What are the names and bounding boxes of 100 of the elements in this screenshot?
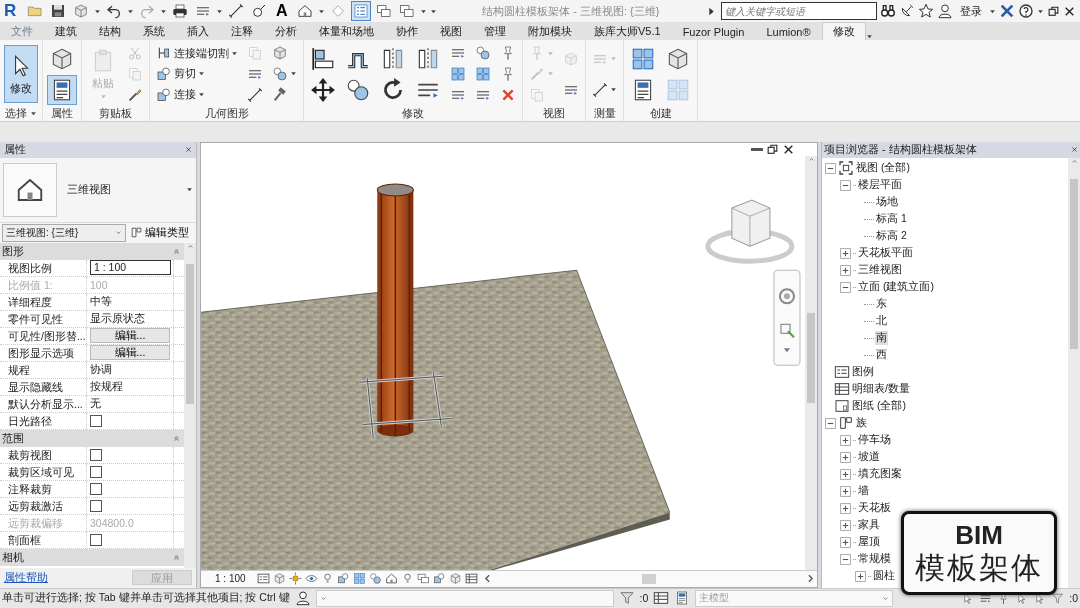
ribbon-tab[interactable]: 修改 <box>821 22 866 40</box>
scroll-thumb[interactable] <box>186 263 194 404</box>
tool-button[interactable]: 剪切 <box>154 64 207 84</box>
type-name[interactable]: 三维视图 <box>67 182 176 197</box>
ribbon-tab[interactable]: 附加模块 <box>517 22 583 40</box>
tree-item[interactable]: 坡道 <box>857 450 881 464</box>
ribbon-tab[interactable]: 插入 <box>176 22 220 40</box>
checkbox[interactable] <box>90 482 102 495</box>
ribbon-tab[interactable]: 体量和场地 <box>308 22 385 40</box>
ribbon-tab[interactable]: Fuzor Plugin <box>671 22 756 40</box>
copy-icon <box>529 86 545 103</box>
tree-item[interactable]: 家具 <box>857 518 881 532</box>
checkbox[interactable] <box>90 499 102 512</box>
ribbon-tab[interactable]: 系统 <box>132 22 176 40</box>
restore-icon <box>766 142 779 156</box>
house-icon <box>296 3 313 19</box>
tree-item[interactable]: 北 <box>875 314 888 328</box>
scroll-thumb[interactable] <box>807 312 815 403</box>
windows-icon <box>375 3 392 19</box>
tool-button[interactable]: 连接 <box>154 84 207 105</box>
scrollbar[interactable] <box>805 155 817 571</box>
tree-item[interactable]: 楼层平面 <box>857 178 903 192</box>
edit-button[interactable]: 编辑... <box>90 328 170 343</box>
chevronup-icon <box>807 155 815 163</box>
scissors-icon <box>127 45 143 62</box>
tree-item[interactable]: 图纸 (全部) <box>851 399 907 413</box>
tree-item[interactable]: 墙 <box>857 484 870 498</box>
close-icon <box>1071 146 1078 153</box>
tree-item[interactable]: 标高 2 <box>875 229 908 243</box>
tree-item[interactable]: 天花板平面 <box>857 246 914 260</box>
tree-item[interactable]: 标高 1 <box>875 212 908 226</box>
tree-item[interactable]: 屋顶 <box>857 535 881 549</box>
section-header[interactable]: 相机 <box>0 548 184 566</box>
scroll-thumb[interactable] <box>1070 178 1078 349</box>
grid-icon <box>450 66 466 82</box>
view-selector[interactable]: 三维视图: {三维} <box>2 223 126 242</box>
copy-icon <box>127 66 143 82</box>
star-icon <box>918 3 934 19</box>
printer-icon <box>172 3 188 19</box>
checkbox[interactable] <box>90 414 102 427</box>
filter-icon <box>1051 591 1065 605</box>
sign-in-link[interactable]: 登录 <box>956 3 986 19</box>
ribbon-tab[interactable]: 分析 <box>264 22 308 40</box>
quick-access-button[interactable] <box>170 1 190 21</box>
tree-item[interactable]: 场地 <box>875 195 899 209</box>
tree-item[interactable]: 图例 <box>851 365 875 379</box>
tree-item[interactable]: 立面 (建筑立面) <box>857 280 935 294</box>
tree-item[interactable]: 停车场 <box>857 433 892 447</box>
edit-button[interactable]: 编辑... <box>90 345 170 360</box>
sheet-icon <box>834 398 850 414</box>
navigation-bar-drawing[interactable] <box>773 269 801 366</box>
checkbox[interactable] <box>90 448 102 461</box>
ribbon-tab[interactable]: 管理 <box>473 22 517 40</box>
search-field[interactable]: 键入关键字或短语 <box>721 2 877 20</box>
tool-button[interactable]: 修改 <box>4 45 38 103</box>
checkbox[interactable] <box>90 465 102 478</box>
caret-icon <box>198 91 205 99</box>
caret-icon <box>160 7 167 15</box>
panel-label: 视图 <box>543 105 565 121</box>
ribbon-tab[interactable]: 协作 <box>385 22 429 40</box>
scroll-thumb[interactable] <box>641 573 656 584</box>
scale-field[interactable]: 1 : 100 <box>90 260 171 275</box>
panel-label: 属性 <box>51 105 73 121</box>
minimize-icon[interactable] <box>751 147 763 151</box>
tree-item[interactable]: 西 <box>875 348 888 362</box>
property-value: 304800.0 <box>90 516 134 529</box>
ribbon-tab[interactable]: 视图 <box>429 22 473 40</box>
tree-item[interactable]: 圆柱 <box>872 569 896 583</box>
panel-label: 剪贴板 <box>99 105 132 121</box>
binoculars-icon <box>880 3 896 19</box>
scrollbar[interactable] <box>184 242 196 568</box>
tool-button[interactable]: 连接端切割 <box>154 43 240 64</box>
quick-access-button[interactable] <box>226 1 246 21</box>
view-scale[interactable]: 1 : 100 <box>215 573 246 585</box>
ribbon-tab[interactable]: 建筑 <box>44 22 88 40</box>
tree-item[interactable]: 东 <box>875 297 888 311</box>
tree-item[interactable]: 明细表/数量 <box>851 382 911 396</box>
tool-button[interactable] <box>47 74 77 105</box>
tree-item[interactable]: 常规模 <box>857 552 892 566</box>
tree-item[interactable]: 三维视图 <box>857 263 903 277</box>
edit-type-button[interactable]: 编辑类型 <box>130 225 189 240</box>
tree-item[interactable]: 天花板 <box>857 501 892 515</box>
tree-item[interactable]: 南 <box>875 331 888 345</box>
section-header[interactable]: 范围 <box>0 429 184 447</box>
property-label: 可见性/图形替... <box>0 327 87 344</box>
app-logo[interactable]: R <box>4 1 22 21</box>
help-link[interactable]: 属性帮助 <box>4 570 48 585</box>
ribbon-tab[interactable]: 注释 <box>220 22 264 40</box>
tree-item[interactable]: 填充图案 <box>857 467 903 481</box>
quick-access-button[interactable]: A <box>272 0 292 22</box>
tree-item[interactable]: 族 <box>855 416 868 430</box>
tree-item[interactable]: 视图 (全部) <box>855 161 911 175</box>
dimension-icon <box>247 86 263 103</box>
ribbon-tab[interactable]: 结构 <box>88 22 132 40</box>
help-icon <box>1018 3 1034 19</box>
ribbon-tab[interactable]: 族库大师V5.1 <box>583 22 672 40</box>
scrollbar[interactable] <box>1068 157 1080 588</box>
ribbon-tab[interactable]: Lumion® <box>755 22 822 40</box>
checkbox[interactable] <box>90 533 102 546</box>
panel-label: 测量 <box>593 105 616 121</box>
